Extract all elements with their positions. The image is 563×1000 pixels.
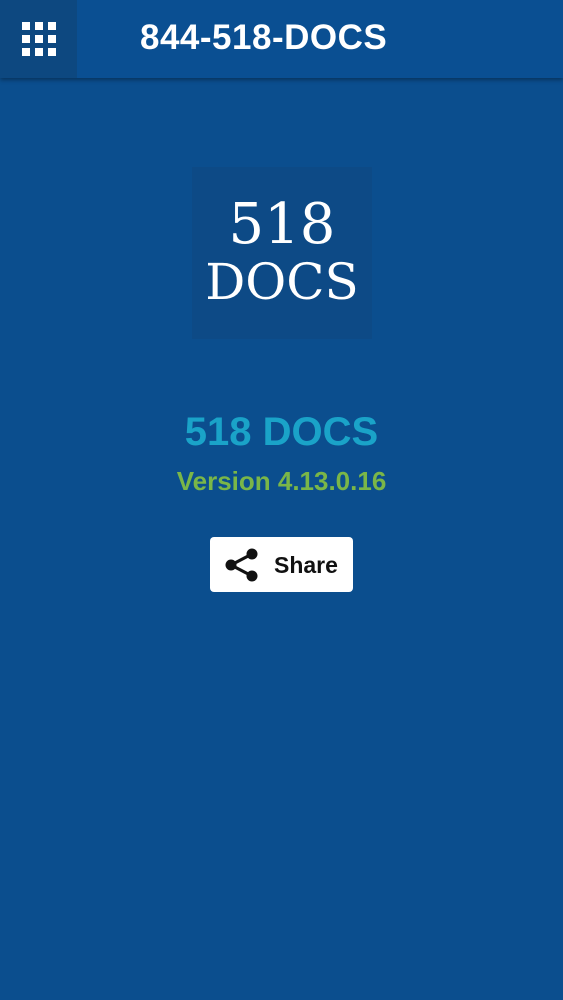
logo-line-2: DOCS bbox=[205, 253, 359, 311]
app-name: 518 DOCS bbox=[184, 410, 379, 454]
share-button[interactable]: Share bbox=[210, 537, 353, 592]
app-title: 844-518-DOCS bbox=[140, 18, 388, 57]
grid-menu-icon bbox=[21, 22, 56, 56]
share-label: Share bbox=[274, 551, 338, 578]
app-bar: 844-518-DOCS bbox=[0, 0, 563, 78]
menu-button[interactable] bbox=[0, 0, 77, 78]
share-icon bbox=[225, 548, 258, 581]
app-version: Version 4.13.0.16 bbox=[176, 466, 387, 496]
logo-line-1: 518 bbox=[228, 192, 336, 257]
app-logo: 518 DOCS bbox=[192, 167, 372, 339]
